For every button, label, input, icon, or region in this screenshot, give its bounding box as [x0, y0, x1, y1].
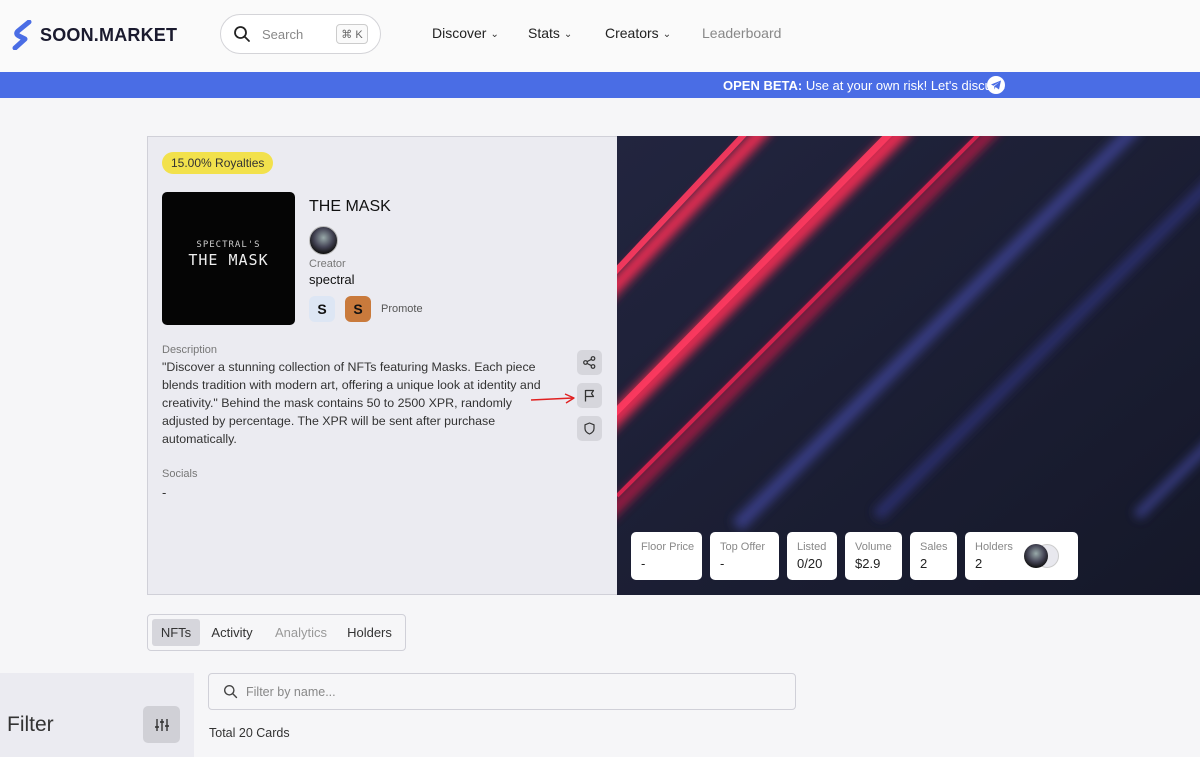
stat-sales: Sales 2 [910, 532, 957, 580]
soon-logo-icon [12, 20, 32, 50]
stat-volume: Volume $2.9 [845, 532, 902, 580]
search-placeholder: Search [262, 27, 304, 42]
filter-placeholder: Filter by name... [246, 685, 336, 699]
stat-top-offer: Top Offer - [710, 532, 779, 580]
holder-avatar [1024, 544, 1048, 568]
nav-leaderboard[interactable]: Leaderboard [702, 25, 781, 41]
tab-nfts[interactable]: NFTs [152, 619, 200, 646]
search-icon [234, 26, 250, 42]
share-button[interactable] [577, 350, 602, 375]
top-header: SOON.MARKET Search ⌘ K Discover ⌄ Stats … [0, 0, 1200, 72]
stat-label: Volume [855, 541, 892, 553]
cover-title: THE MASK [188, 251, 269, 269]
diagonal-stripes-art [617, 136, 1200, 595]
stat-label: Top Offer [720, 541, 766, 553]
stat-label: Listed [797, 541, 827, 553]
creator-label: Creator [309, 258, 346, 270]
nav-label: Leaderboard [702, 25, 782, 41]
stat-value: 2 [920, 556, 928, 571]
search-box[interactable]: Search ⌘ K [220, 14, 381, 54]
shield-icon [584, 422, 595, 435]
filter-toggle-button[interactable] [143, 706, 180, 743]
chevron-down-icon: ⌄ [563, 28, 573, 40]
creator-name-link[interactable]: spectral [309, 272, 355, 287]
logo-text: SOON.MARKET [40, 24, 178, 45]
stat-holders[interactable]: Holders 2 [965, 532, 1078, 580]
filter-by-name-input[interactable]: Filter by name... [208, 673, 796, 710]
tab-analytics[interactable]: Analytics [269, 619, 333, 646]
creator-avatar[interactable] [309, 226, 338, 255]
beta-banner: OPEN BETA: Use at your own risk! Let's d… [0, 72, 1200, 98]
banner-strong: OPEN BETA: [723, 78, 803, 93]
search-shortcut: ⌘ K [336, 24, 368, 44]
filter-title: Filter [7, 713, 54, 736]
banner-message: Use at your own risk! Let's discuss [802, 78, 1005, 93]
nav-stats[interactable]: Stats ⌄ [528, 25, 572, 41]
nav-discover[interactable]: Discover ⌄ [432, 25, 499, 41]
chevron-down-icon: ⌄ [662, 28, 672, 40]
socials-label: Socials [162, 468, 198, 480]
share-icon [583, 356, 596, 369]
stat-value: $2.9 [855, 556, 881, 571]
telegram-plane-icon [991, 80, 1001, 90]
stat-floor-price: Floor Price - [631, 532, 702, 580]
collection-tabs: NFTs Activity Analytics Holders [147, 614, 406, 651]
collection-banner-image [617, 136, 1200, 595]
cover-subtitle: SPECTRAL'S [196, 240, 261, 250]
stat-value: 0/20 [797, 556, 823, 571]
nav-label: Stats [528, 25, 560, 41]
annotation-arrow-icon [530, 393, 575, 404]
nav-label: Creators [605, 25, 659, 41]
verify-button[interactable] [577, 416, 602, 441]
nav-label: Discover [432, 25, 487, 41]
telegram-icon[interactable] [987, 76, 1005, 94]
description-text: "Discover a stunning collection of NFTs … [162, 360, 541, 446]
stat-listed: Listed 0/20 [787, 532, 837, 580]
logo[interactable]: SOON.MARKET [12, 20, 177, 50]
collection-info-card: 15.00% Royalties SPECTRAL'S THE MASK THE… [147, 136, 617, 595]
stat-value: - [641, 556, 646, 571]
flag-icon [584, 389, 595, 402]
soon-badge-icon[interactable]: S [309, 296, 335, 322]
banner-text: OPEN BETA: Use at your own risk! Let's d… [723, 78, 1005, 93]
promote-badge-icon[interactable]: S [345, 296, 371, 322]
royalties-badge: 15.00% Royalties [162, 152, 274, 174]
filter-panel: Filter [0, 673, 194, 757]
total-cards-count: Total 20 Cards [209, 726, 290, 740]
promote-link[interactable]: Promote [381, 303, 423, 315]
stat-value: - [720, 556, 725, 571]
description-label: Description [162, 344, 218, 356]
report-button[interactable] [577, 383, 602, 408]
chevron-down-icon: ⌄ [490, 28, 499, 40]
socials-value: - [162, 485, 167, 500]
collection-title: THE MASK [309, 198, 391, 215]
nav-creators[interactable]: Creators ⌄ [605, 25, 671, 41]
stat-label: Floor Price [641, 541, 695, 553]
stat-label: Sales [920, 541, 948, 553]
sliders-icon [154, 718, 169, 731]
collection-cover-image: SPECTRAL'S THE MASK [162, 192, 295, 325]
search-icon [224, 685, 238, 699]
tab-holders[interactable]: Holders [341, 619, 398, 646]
tab-activity[interactable]: Activity [204, 619, 260, 646]
